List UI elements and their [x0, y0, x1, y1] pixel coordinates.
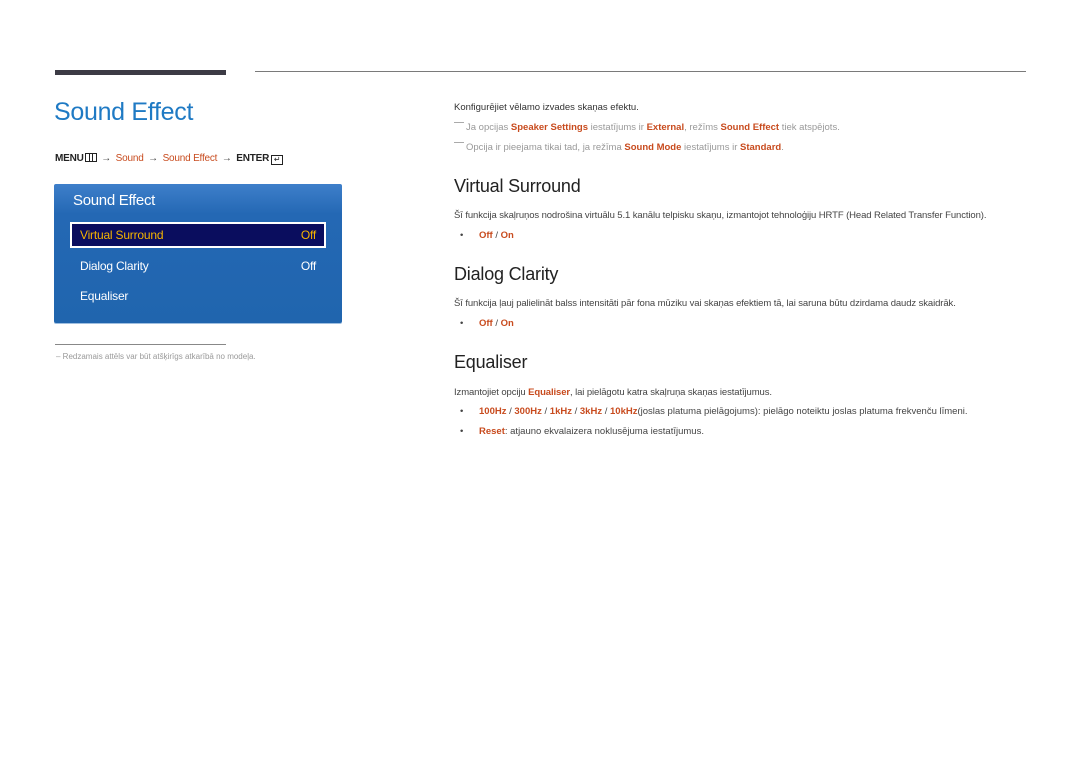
note-text: iestatījums ir: [587, 122, 647, 133]
note-text: .: [781, 142, 784, 153]
bands-desc: (joslas platuma pielāgojums): pielāgo no…: [637, 406, 968, 417]
option-separator: /: [492, 318, 501, 329]
breadcrumb-item-sound: Sound: [115, 153, 144, 164]
footnote: – Redzamais attēls var būt atšķirīgs atk…: [56, 352, 256, 361]
note-dash-icon: [454, 142, 464, 143]
bullet-icon: •: [460, 230, 464, 241]
note-text: , režīms: [684, 122, 721, 133]
osd-item-virtual-surround[interactable]: Virtual Surround Off: [70, 222, 326, 248]
note-highlight: Speaker Settings: [510, 122, 588, 133]
equaliser-reset-item: • Reset: atjauno ekvalaizera noklusējuma …: [460, 426, 704, 437]
equaliser-bands-item: • 100Hz / 300Hz / 1kHz / 3kHz / 10kHz(jos…: [460, 406, 968, 417]
osd-menu-title: Sound Effect: [73, 192, 156, 209]
section-desc-dialog-clarity: Šī funkcija ļauj palielināt balss intens…: [454, 298, 956, 309]
breadcrumb-arrow: →: [221, 153, 232, 164]
breadcrumb-arrow: →: [101, 153, 112, 164]
note-highlight: Sound Effect: [720, 122, 780, 133]
desc-text: Izmantojiet opciju: [454, 387, 529, 398]
osd-menu-panel: Sound Effect Virtual Surround Off Dialog…: [54, 184, 342, 323]
band-separator: /: [602, 406, 610, 417]
note-sound-mode: Opcija ir pieejama tikai tad, ja režīma …: [454, 142, 784, 153]
option-off: Off: [479, 318, 493, 329]
intro-text: Konfigurējiet vēlamo izvades skaņas efek…: [454, 102, 639, 113]
note-text: Ja opcijas: [466, 122, 511, 133]
option-separator: /: [492, 230, 501, 241]
header-rule-thin: [255, 71, 1026, 72]
bullet-icon: •: [460, 406, 464, 417]
breadcrumb-enter: ENTER: [236, 153, 270, 164]
desc-text: , lai pielāgotu katra skaļruņa skaņas ie…: [570, 387, 772, 398]
note-text: iestatījums ir: [681, 142, 741, 153]
menu-grid-icon: [84, 153, 97, 162]
enter-return-icon: ↵: [271, 155, 284, 165]
band-separator: /: [571, 406, 580, 417]
band-1khz: 1kHz: [549, 406, 572, 417]
section-title-equaliser: Equaliser: [454, 352, 528, 372]
option-list-dialog-clarity: • Off / On: [460, 318, 514, 329]
note-highlight: Sound Mode: [624, 142, 682, 153]
option-on: On: [500, 318, 514, 329]
note-highlight: External: [646, 122, 685, 133]
section-desc-virtual-surround: Šī funkcija skaļruņos nodrošina virtuālu…: [454, 210, 987, 221]
band-300hz: 300Hz: [514, 406, 542, 417]
note-text: Opcija ir pieejama tikai tad, ja režīma: [466, 142, 625, 153]
breadcrumb-item-sound-effect: Sound Effect: [162, 153, 218, 164]
header-rule-thick: [55, 70, 226, 75]
note-speaker-settings: Ja opcijas Speaker Settings iestatījums …: [454, 122, 840, 133]
section-title-virtual-surround: Virtual Surround: [454, 176, 581, 196]
osd-item-label: Dialog Clarity: [80, 259, 149, 273]
breadcrumb-menu: MENU: [55, 153, 84, 164]
band-10khz: 10kHz: [610, 406, 638, 417]
note-text: tiek atspējots.: [779, 122, 840, 133]
osd-item-dialog-clarity[interactable]: Dialog Clarity Off: [70, 253, 326, 279]
bullet-icon: •: [460, 426, 464, 437]
osd-item-value: Off: [300, 259, 316, 273]
breadcrumb: MENU → Sound → Sound Effect → ENTER ↵: [55, 153, 284, 165]
page-title: Sound Effect: [54, 98, 194, 126]
section-title-dialog-clarity: Dialog Clarity: [454, 264, 559, 284]
bullet-icon: •: [460, 318, 464, 329]
reset-label: Reset: [479, 426, 505, 437]
osd-item-label: Equaliser: [80, 289, 129, 303]
option-on: On: [500, 230, 514, 241]
osd-item-label: Virtual Surround: [80, 228, 164, 242]
band-separator: /: [541, 406, 550, 417]
breadcrumb-arrow: →: [148, 153, 158, 164]
reset-desc: : atjauno ekvalaizera noklusējuma iestat…: [504, 426, 704, 437]
note-dash-icon: [454, 122, 464, 123]
section-desc-equaliser: Izmantojiet opciju Equaliser, lai pielāg…: [454, 387, 772, 398]
band-3khz: 3kHz: [579, 406, 603, 417]
desc-highlight: Equaliser: [528, 387, 571, 398]
note-highlight: Standard: [740, 142, 782, 153]
osd-item-value: Off: [300, 228, 316, 242]
osd-item-equaliser[interactable]: Equaliser: [70, 283, 326, 309]
option-off: Off: [479, 230, 493, 241]
option-list-virtual-surround: • Off / On: [460, 230, 514, 241]
band-100hz: 100Hz: [479, 406, 507, 417]
footnote-rule: [55, 344, 226, 345]
